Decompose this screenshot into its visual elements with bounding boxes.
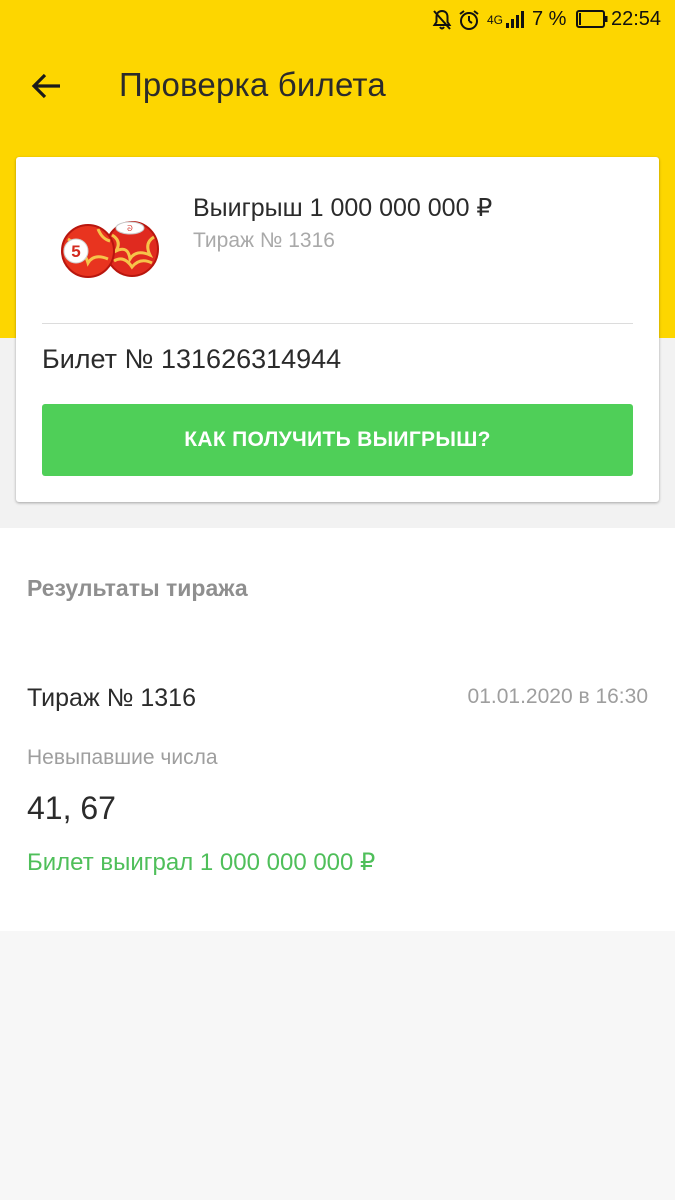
- missing-numbers-value: 41, 67: [27, 790, 116, 826]
- status-bar: 4G 7 % 22:54: [0, 0, 675, 40]
- ticket-number: Билет № 131626314944: [42, 344, 342, 374]
- draw-number: Тираж № 1316: [193, 229, 335, 252]
- network-label: 4G: [487, 13, 504, 27]
- how-to-claim-button[interactable]: КАК ПОЛУЧИТЬ ВЫИГРЫШ?: [42, 404, 633, 476]
- draw-results-section: Результаты тиража Тираж № 1316 01.01.202…: [0, 528, 675, 931]
- results-draw-name: Тираж № 1316: [27, 684, 196, 712]
- battery-percent: 7 %: [532, 8, 567, 30]
- divider: [42, 323, 633, 324]
- back-button[interactable]: [22, 62, 70, 110]
- alarm-icon: [458, 9, 480, 36]
- battery-icon: [576, 10, 608, 33]
- mute-icon: [432, 9, 452, 36]
- results-draw-date: 01.01.2020 в 16:30: [467, 685, 648, 708]
- results-heading: Результаты тиража: [27, 575, 248, 601]
- clock: 22:54: [611, 8, 662, 30]
- barrel-number: 5: [71, 242, 80, 261]
- page-title: Проверка билета: [119, 66, 386, 103]
- arrow-left-icon: [31, 73, 60, 99]
- lotto-barrels-icon: ᘐ 5: [58, 215, 162, 279]
- svg-text:ᘐ: ᘐ: [127, 224, 133, 233]
- missing-numbers-label: Невыпавшие числа: [27, 746, 218, 769]
- ticket-card: ᘐ 5 Выигрыш 1 000 000 000 ₽ Тираж № 1316…: [16, 157, 659, 502]
- ticket-won-text: Билет выиграл 1 000 000 000 ₽: [27, 849, 376, 876]
- prize-amount: Выигрыш 1 000 000 000 ₽: [193, 194, 493, 222]
- signal-icon: [506, 10, 526, 33]
